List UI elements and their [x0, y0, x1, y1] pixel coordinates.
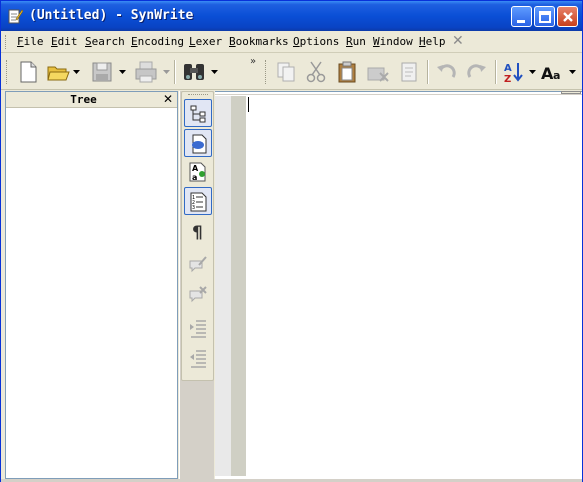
unindent-button[interactable] [184, 344, 212, 372]
window-title: (Untitled) - SynWrite [29, 8, 194, 23]
svg-text:a: a [553, 69, 560, 82]
tree-panel-close-button[interactable]: ✕ [163, 92, 173, 106]
minimize-button[interactable] [511, 6, 532, 27]
menu-help[interactable]: Help [419, 35, 446, 48]
svg-text:¶: ¶ [192, 223, 203, 241]
indent-icon [190, 320, 206, 338]
comment-remove-icon [189, 286, 207, 303]
select-all-icon[interactable] [397, 59, 423, 85]
paste-clipboard-icon[interactable] [334, 59, 360, 85]
sort-dropdown-icon[interactable] [529, 70, 536, 75]
app-window: (Untitled) - SynWrite File Edit Search E… [0, 0, 583, 482]
comment-lines-button[interactable] [184, 250, 212, 278]
toolbar-separator [174, 60, 176, 84]
side-toolbar-grip[interactable] [188, 94, 208, 97]
binoculars-find-icon[interactable] [181, 59, 207, 85]
uncomment-lines-button[interactable] [184, 280, 212, 308]
side-toolbar-body: A a 1 2 3 ¶ [181, 91, 214, 381]
document-comment-icon [192, 134, 207, 154]
menu-file[interactable]: File [17, 35, 44, 48]
svg-text:a: a [192, 173, 197, 182]
case-convert-button[interactable]: A a [184, 158, 212, 186]
menu-window[interactable]: Window [373, 35, 413, 48]
save-dropdown-icon[interactable] [119, 70, 126, 75]
maximize-button[interactable] [534, 6, 555, 27]
bookmark-gutter[interactable] [215, 96, 231, 476]
menu-grip[interactable] [5, 35, 8, 49]
toolbar-separator [495, 60, 497, 84]
menu-bookmarks[interactable]: Bookmarks [229, 35, 289, 48]
tree-structure-icon [190, 105, 206, 123]
tree-panel-header: Tree ✕ [6, 92, 177, 108]
unindent-icon [190, 350, 206, 368]
svg-text:Z: Z [504, 74, 511, 85]
indent-button[interactable] [184, 314, 212, 342]
maximize-icon [539, 11, 551, 23]
tree-panel: Tree ✕ [5, 91, 178, 479]
close-icon [563, 12, 573, 22]
toolbar-overflow-chevron[interactable]: » [250, 56, 256, 67]
tree-toggle-button[interactable] [184, 99, 212, 127]
editor-ruler [215, 94, 582, 95]
toolbar2-grip[interactable] [265, 60, 268, 84]
editor-area[interactable] [215, 91, 582, 479]
close-document-button[interactable]: ✕ [452, 33, 464, 49]
clipboard-panel-button[interactable] [184, 129, 212, 157]
menu-encoding[interactable]: Encoding [131, 35, 184, 48]
save-icon[interactable] [89, 59, 115, 85]
font-case-icon[interactable]: A a [540, 59, 566, 85]
font-case-dropdown-icon[interactable] [569, 70, 576, 75]
text-case-icon: A a [189, 162, 206, 182]
menu-run[interactable]: Run [346, 35, 366, 48]
delete-icon[interactable] [365, 59, 391, 85]
toolbar-grip[interactable] [6, 60, 9, 84]
app-notepad-icon [8, 9, 23, 24]
svg-text:3: 3 [192, 205, 195, 211]
open-dropdown-icon[interactable] [73, 70, 80, 75]
line-numbers-button[interactable]: 1 2 3 [184, 187, 212, 215]
svg-text:A: A [504, 63, 512, 74]
find-dropdown-icon[interactable] [211, 70, 218, 75]
main-toolbar: » A Z A a [1, 54, 582, 90]
title-bar[interactable]: (Untitled) - SynWrite [1, 1, 582, 31]
new-file-icon[interactable] [15, 59, 41, 85]
pilcrow-icon: ¶ [192, 223, 203, 241]
print-icon[interactable] [133, 59, 159, 85]
minimize-icon [517, 20, 525, 23]
tree-panel-title: Tree [70, 93, 97, 106]
numbered-list-icon: 1 2 3 [190, 192, 207, 212]
redo-icon[interactable] [464, 59, 490, 85]
line-number-gutter[interactable] [231, 96, 246, 476]
menu-edit[interactable]: Edit [51, 35, 78, 48]
cut-scissors-icon[interactable] [303, 59, 329, 85]
sort-az-icon[interactable]: A Z [501, 59, 527, 85]
open-folder-icon[interactable] [45, 59, 71, 85]
side-toolbar: A a 1 2 3 ¶ [179, 91, 214, 479]
copy-icon[interactable] [273, 59, 299, 85]
text-caret [248, 97, 249, 112]
undo-icon[interactable] [433, 59, 459, 85]
comment-pen-icon [189, 256, 207, 273]
toolbar-separator [427, 60, 429, 84]
menu-bar: File Edit Search Encoding Lexer Bookmark… [1, 31, 582, 53]
close-window-button[interactable] [557, 6, 578, 27]
show-whitespace-button[interactable]: ¶ [184, 217, 212, 245]
svg-text:A: A [192, 164, 199, 173]
menu-lexer[interactable]: Lexer [189, 35, 222, 48]
menu-search[interactable]: Search [85, 35, 125, 48]
menu-options[interactable]: Options [293, 35, 339, 48]
print-dropdown-icon[interactable] [163, 70, 170, 75]
